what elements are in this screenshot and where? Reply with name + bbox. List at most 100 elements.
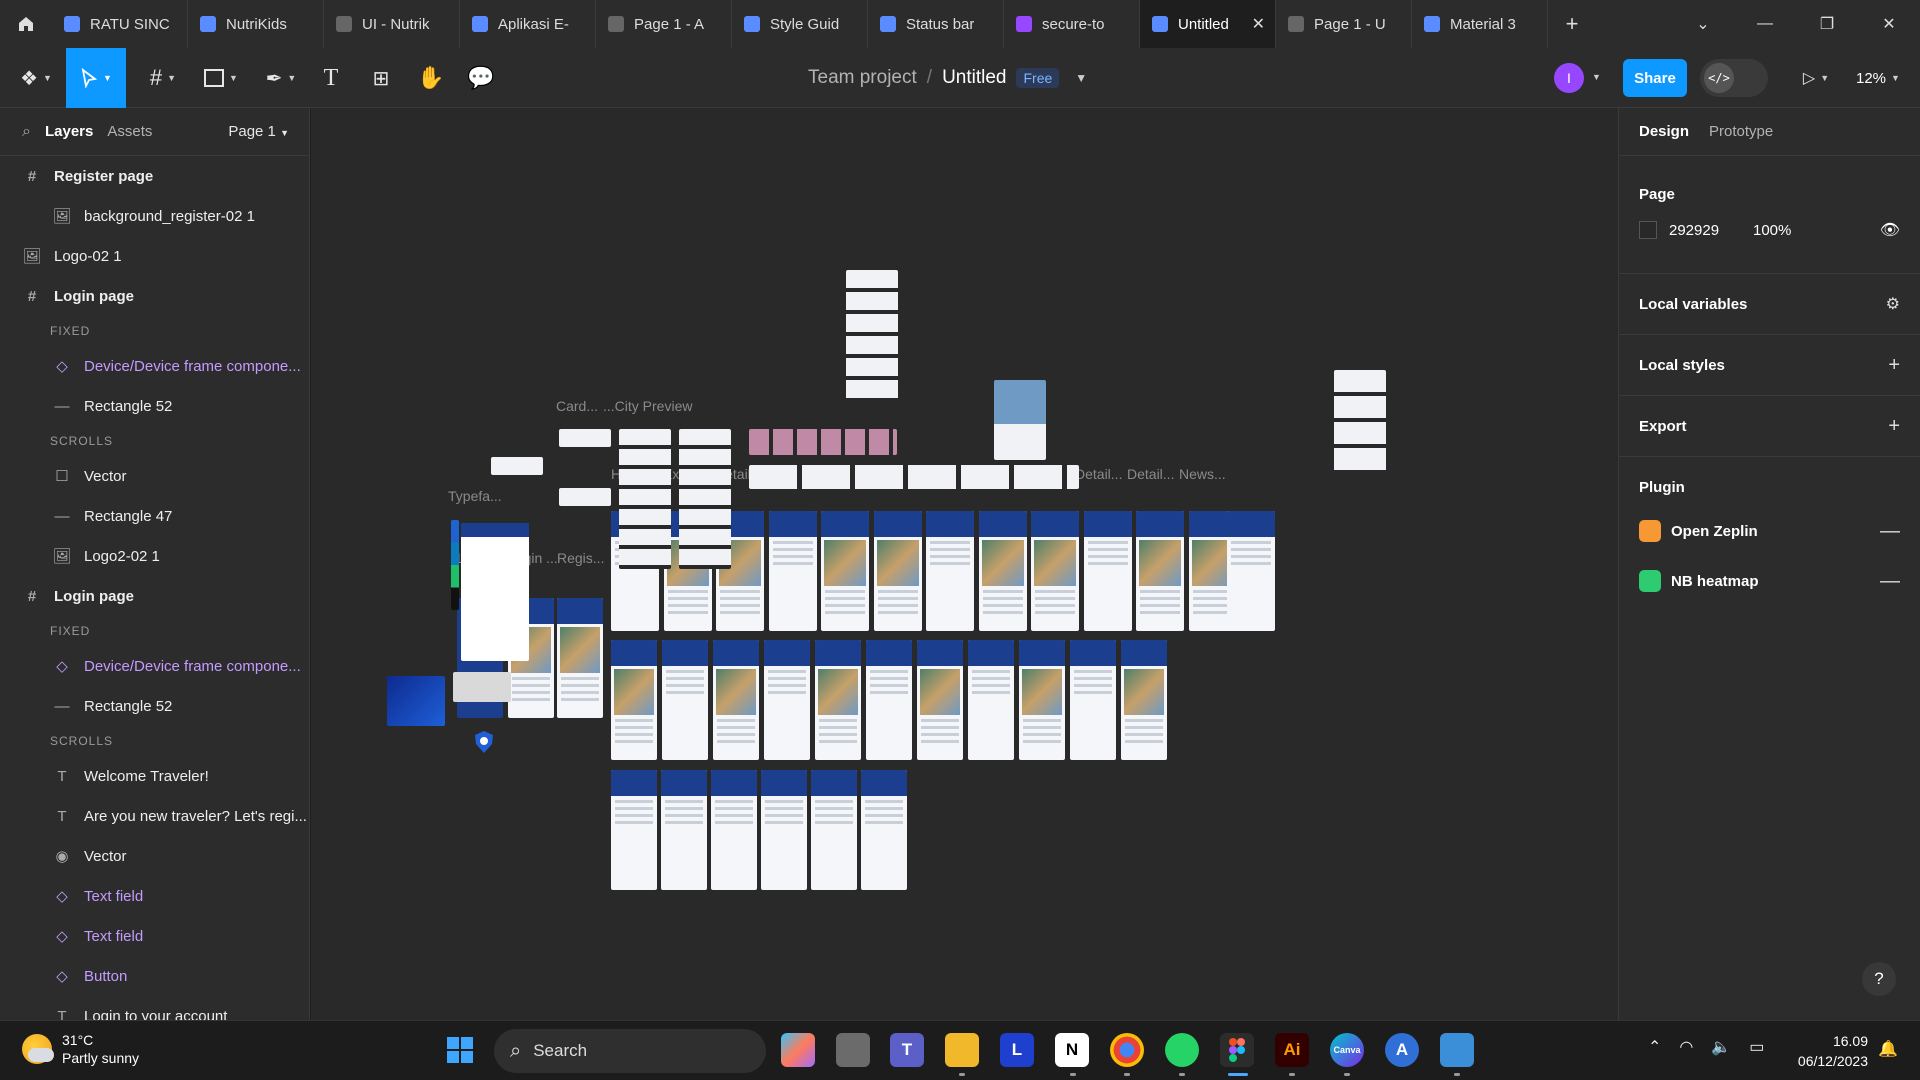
illustrator-icon[interactable]: Ai xyxy=(1275,1033,1309,1067)
tab-4[interactable]: Page 1 - A xyxy=(596,0,732,48)
home-icon[interactable] xyxy=(0,0,52,48)
tab-prototype[interactable]: Prototype xyxy=(1709,123,1773,140)
tab-layers[interactable]: Layers xyxy=(45,123,93,140)
layer-row[interactable]: ◉ Vector xyxy=(0,836,309,876)
frame-thumbnail[interactable] xyxy=(1121,640,1167,760)
restore-icon[interactable]: ❐ xyxy=(1796,0,1858,48)
copilot-icon[interactable] xyxy=(781,1033,815,1067)
close-tab-icon[interactable]: ✕ xyxy=(1252,14,1265,34)
close-window-icon[interactable]: ✕ xyxy=(1858,0,1920,48)
frame-thumbnail[interactable] xyxy=(978,511,1027,631)
layer-row[interactable]: ◇ Button xyxy=(0,956,309,996)
file-explorer-icon[interactable] xyxy=(945,1033,979,1067)
local-styles-section[interactable]: Local styles + xyxy=(1619,335,1920,396)
layer-row[interactable]: ◇ Text field xyxy=(0,916,309,956)
teams-icon[interactable]: T xyxy=(890,1033,924,1067)
frame-thumbnail[interactable] xyxy=(1019,640,1065,760)
card-list[interactable] xyxy=(846,270,898,400)
tab-3[interactable]: Aplikasi E- xyxy=(460,0,596,48)
shield-logo-icon[interactable] xyxy=(473,730,495,754)
frame-thumbnail[interactable] xyxy=(1227,511,1275,631)
card-component[interactable] xyxy=(559,488,611,506)
windows-start-icon[interactable] xyxy=(443,1033,477,1067)
zoom-control[interactable]: 12% ▼ xyxy=(1856,48,1900,108)
minimize-icon[interactable]: — xyxy=(1734,0,1796,48)
frame-thumbnail[interactable] xyxy=(557,598,603,718)
frame-thumbnail[interactable] xyxy=(1136,511,1184,631)
frame-thumbnail[interactable] xyxy=(811,770,857,890)
canva-icon[interactable]: Canva xyxy=(1330,1033,1364,1067)
frame-thumbnail[interactable] xyxy=(611,770,657,890)
city-preview-strip[interactable] xyxy=(749,429,897,455)
clock[interactable]: 16.09 06/12/2023 xyxy=(1788,1031,1868,1071)
card-component[interactable] xyxy=(491,457,543,475)
battery-icon[interactable]: ▭ xyxy=(1749,1037,1764,1057)
layer-row[interactable]: 🖼 Logo2-02 1 xyxy=(0,536,309,576)
remove-icon[interactable]: — xyxy=(1880,570,1900,593)
figma-app-icon[interactable] xyxy=(1220,1033,1254,1067)
help-button[interactable]: ? xyxy=(1862,962,1896,996)
frame-thumbnail[interactable] xyxy=(662,640,708,760)
chevron-down-icon[interactable]: ⌄ xyxy=(1672,0,1734,48)
frame-label[interactable]: News... xyxy=(1179,466,1226,482)
l-app-icon[interactable]: L xyxy=(1000,1033,1034,1067)
grey-rectangle[interactable] xyxy=(453,672,511,702)
frame-thumbnail[interactable] xyxy=(611,640,657,760)
frame-label[interactable]: ...City Preview xyxy=(603,398,692,414)
layer-row[interactable]: T Are you new traveler? Let's regi... xyxy=(0,796,309,836)
tab-design[interactable]: Design xyxy=(1639,123,1689,140)
plugin-row[interactable]: Open Zeplin — xyxy=(1639,506,1900,556)
layer-row[interactable]: # Login page xyxy=(0,576,309,616)
move-tool-button[interactable]: ▼ xyxy=(66,48,126,108)
app-store-icon[interactable]: A xyxy=(1385,1033,1419,1067)
frame-label[interactable]: Typefa... xyxy=(448,488,502,504)
layer-row[interactable]: ☐ Vector xyxy=(0,456,309,496)
chevron-down-icon[interactable]: ▼ xyxy=(1592,72,1601,82)
tab-5[interactable]: Style Guid xyxy=(732,0,868,48)
frame-thumbnail[interactable] xyxy=(768,511,817,631)
resources-tool-button[interactable]: ⊞ xyxy=(366,48,396,108)
comment-tool-button[interactable]: 💬 xyxy=(466,48,496,108)
city-preview-card[interactable] xyxy=(994,380,1046,460)
layer-row[interactable]: # Register page xyxy=(0,156,309,196)
frame-thumbnail[interactable] xyxy=(861,770,907,890)
layer-row[interactable]: ◇ Text field xyxy=(0,876,309,916)
shape-tool-button[interactable]: ▼ xyxy=(198,48,244,108)
layer-row[interactable]: 🖼 Logo-02 1 xyxy=(0,236,309,276)
present-button[interactable]: ▷ ▼ xyxy=(1796,48,1836,108)
tab-2[interactable]: UI - Nutrik xyxy=(324,0,460,48)
volume-icon[interactable]: 🔈 xyxy=(1711,1037,1731,1057)
add-icon[interactable]: + xyxy=(1888,354,1900,377)
pen-tool-button[interactable]: ✒ ▼ xyxy=(258,48,304,108)
page-opacity-value[interactable]: 100% xyxy=(1753,222,1791,239)
frame-thumbnail[interactable] xyxy=(1083,511,1132,631)
frame-label[interactable]: Detail... xyxy=(1127,466,1174,482)
remove-icon[interactable]: — xyxy=(1880,520,1900,543)
frame-tool-button[interactable]: # ▼ xyxy=(140,48,186,108)
tab-7[interactable]: secure-to xyxy=(1004,0,1140,48)
notification-bell-icon[interactable]: 🔔 xyxy=(1878,1039,1898,1059)
chevron-down-icon[interactable]: ▼ xyxy=(1075,71,1087,85)
text-tool-button[interactable]: T xyxy=(316,48,346,108)
frame-thumbnail[interactable] xyxy=(661,770,707,890)
canvas[interactable]: Typefa...Card......City PreviewHomeExplo… xyxy=(311,108,1618,1020)
layer-row[interactable]: — Rectangle 47 xyxy=(0,496,309,536)
hand-tool-button[interactable]: ✋ xyxy=(416,48,446,108)
page-color-value[interactable]: 292929 xyxy=(1669,222,1753,239)
search-icon[interactable]: ⌕ xyxy=(22,123,31,141)
blue-background-frame[interactable] xyxy=(387,676,445,726)
export-section[interactable]: Export + xyxy=(1619,396,1920,457)
chrome-icon[interactable] xyxy=(1110,1033,1144,1067)
card-component[interactable] xyxy=(559,429,611,447)
tab-9[interactable]: Page 1 - U xyxy=(1276,0,1412,48)
chevron-up-icon[interactable]: ⌃ xyxy=(1648,1037,1661,1057)
project-link[interactable]: Team project xyxy=(808,67,917,89)
dev-mode-toggle[interactable]: </> xyxy=(1700,59,1768,97)
page-selector[interactable]: Page 1 ▼ xyxy=(228,123,289,140)
avatar[interactable]: I xyxy=(1554,63,1584,93)
frame-thumbnail[interactable] xyxy=(866,640,912,760)
add-icon[interactable]: + xyxy=(1888,415,1900,438)
tab-8[interactable]: Untitled ✕ xyxy=(1140,0,1276,48)
share-button[interactable]: Share xyxy=(1623,59,1687,97)
taskbar-search[interactable]: ⌕ Search xyxy=(494,1029,766,1073)
